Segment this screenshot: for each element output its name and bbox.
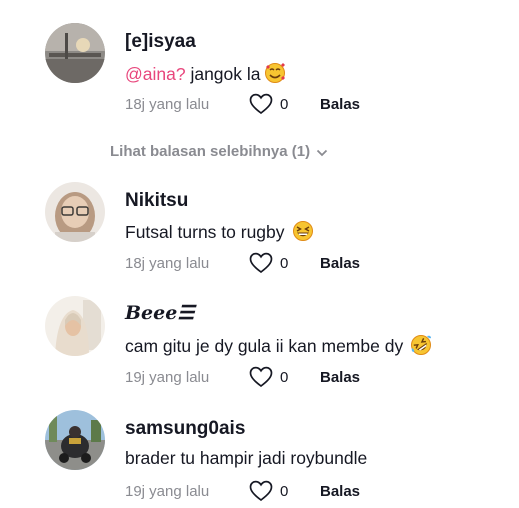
comment-text: Futsal turns to rugby: [125, 220, 314, 247]
mention-link[interactable]: @aina?: [125, 64, 186, 84]
comment-username[interactable]: [e]isyaa: [125, 31, 196, 53]
comment-username[interactable]: samsung0ais: [125, 418, 245, 440]
like-count: 0: [280, 255, 289, 272]
comment-username[interactable]: Nikitsu: [125, 190, 188, 212]
view-more-replies-label: Lihat balasan selebihnya (1): [110, 143, 311, 160]
comment-body: brader tu hampir jadi roybundle: [125, 448, 368, 468]
reply-button[interactable]: Balas: [320, 369, 360, 386]
comment-text: brader tu hampir jadi roybundle: [125, 448, 367, 469]
view-more-replies-button[interactable]: Lihat balasan selebihnya (1): [110, 143, 328, 160]
comment-body: cam gitu je dy gula ii kan membe dy: [125, 336, 404, 356]
comment-meta: 19j yang lalu 0 Balas: [125, 366, 485, 390]
heart-icon[interactable]: [249, 480, 273, 502]
smiling-face-with-hearts-icon: [264, 62, 286, 89]
timestamp: 18j yang lalu: [125, 96, 210, 113]
avatar[interactable]: [45, 410, 105, 470]
reply-button[interactable]: Balas: [320, 483, 360, 500]
comment-username[interactable]: 𝑩𝒆𝒆𝒆☰: [125, 302, 194, 324]
avatar[interactable]: [45, 23, 105, 83]
timestamp: 19j yang lalu: [125, 369, 210, 386]
comment-meta: 18j yang lalu 0 Balas: [125, 93, 485, 117]
grinning-squinting-face-icon: [292, 220, 314, 247]
comment-meta: 19j yang lalu 0 Balas: [125, 480, 485, 504]
avatar[interactable]: [45, 296, 105, 356]
timestamp: 18j yang lalu: [125, 255, 210, 272]
heart-icon[interactable]: [249, 366, 273, 388]
chevron-down-icon: [316, 149, 328, 157]
comment-text: @aina? jangok la: [125, 62, 286, 89]
avatar[interactable]: [45, 182, 105, 242]
comment-meta: 18j yang lalu 0 Balas: [125, 252, 485, 276]
comment-body: Futsal turns to rugby: [125, 222, 285, 242]
heart-icon[interactable]: [249, 252, 273, 274]
like-count: 0: [280, 369, 289, 386]
like-count: 0: [280, 96, 289, 113]
timestamp: 19j yang lalu: [125, 483, 210, 500]
reply-button[interactable]: Balas: [320, 96, 360, 113]
rolling-on-floor-laughing-icon: [410, 334, 432, 361]
comment-body: jangok la: [185, 64, 261, 84]
heart-icon[interactable]: [249, 93, 273, 115]
reply-button[interactable]: Balas: [320, 255, 360, 272]
like-count: 0: [280, 483, 289, 500]
comment-text: cam gitu je dy gula ii kan membe dy: [125, 334, 432, 361]
